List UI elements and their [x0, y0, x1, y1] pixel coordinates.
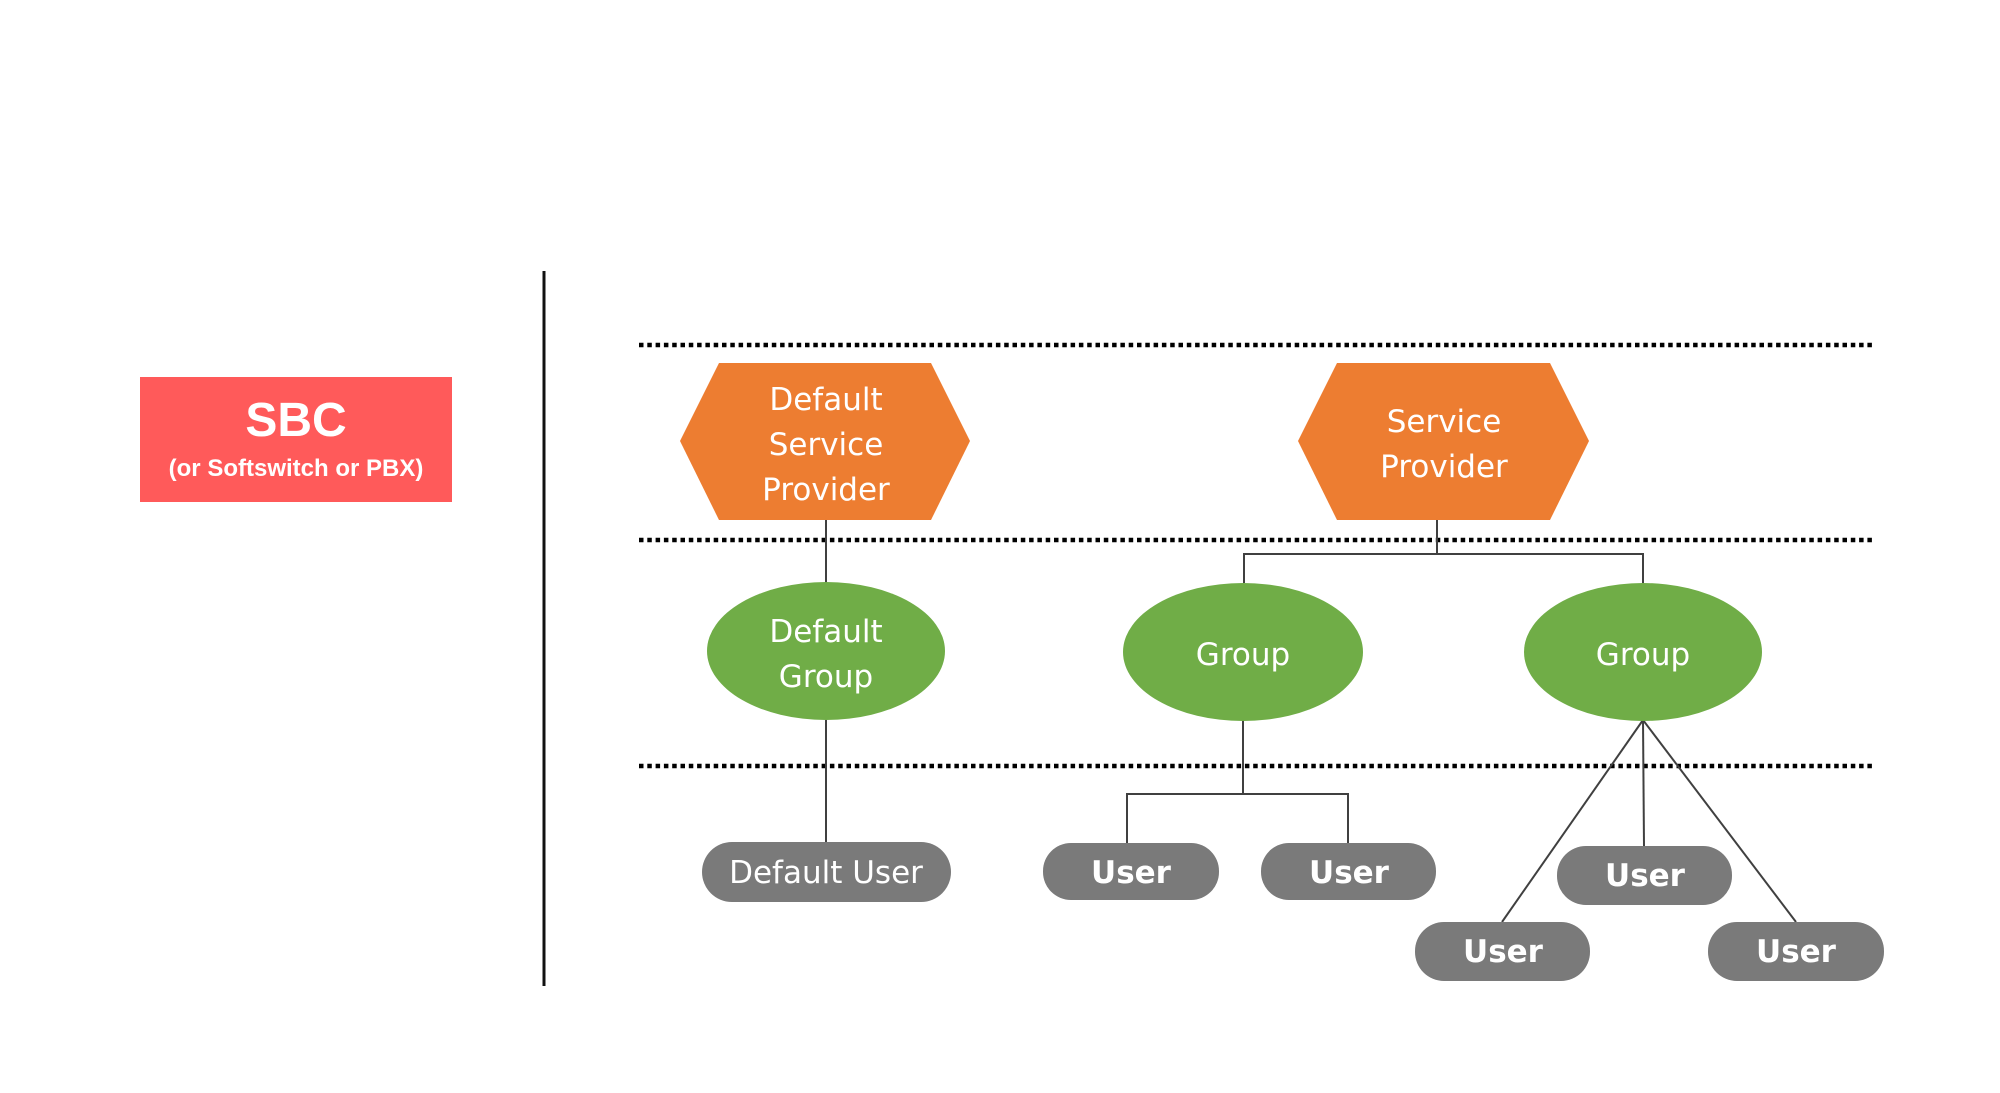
ellipse-shape: [707, 582, 945, 720]
node-label-line: Default: [769, 614, 882, 650]
user-label: User: [1091, 855, 1172, 891]
node-label-line: Group: [779, 659, 873, 695]
user-label: User: [1605, 858, 1686, 894]
node-label-line: Group: [1196, 637, 1290, 673]
service-provider-node: Default Service Provider: [680, 363, 970, 520]
group-node: Group: [1123, 583, 1363, 721]
node-label-line: Provider: [1380, 449, 1508, 485]
user-node: User: [1415, 922, 1590, 981]
user-label: Default User: [729, 855, 923, 891]
group-node: Group: [1524, 583, 1762, 721]
user-node: User: [1708, 922, 1884, 981]
node-label-line: Provider: [762, 472, 890, 508]
node-label-line: Service: [1387, 404, 1502, 440]
user-node: User: [1043, 843, 1219, 900]
group-node: Default Group: [707, 582, 945, 720]
node-label-line: Service: [769, 427, 884, 463]
connector-sp-g2: [1437, 553, 1644, 583]
diagram-canvas: Default Service Provider Service Provide…: [542, 271, 1884, 986]
hexagon-shape: [1298, 363, 1589, 520]
connector-sp-g1: [1243, 520, 1438, 583]
user-node: User: [1261, 843, 1436, 900]
node-label-line: Group: [1596, 637, 1690, 673]
connector-g1-u1: [1126, 720, 1244, 843]
user-label: User: [1756, 934, 1837, 970]
service-provider-node: Service Provider: [1298, 363, 1589, 520]
node-label-line: Default: [769, 382, 882, 418]
connector-g2-u3: [1642, 719, 1645, 847]
user-label: User: [1309, 855, 1390, 891]
connector-g1-u2: [1243, 793, 1349, 843]
user-label: User: [1463, 934, 1544, 970]
hierarchy-diagram: SBC (or Softswitch or PBX) Default Servi…: [0, 0, 2000, 1093]
user-node: User: [1557, 846, 1732, 905]
user-node: Default User: [702, 842, 951, 902]
